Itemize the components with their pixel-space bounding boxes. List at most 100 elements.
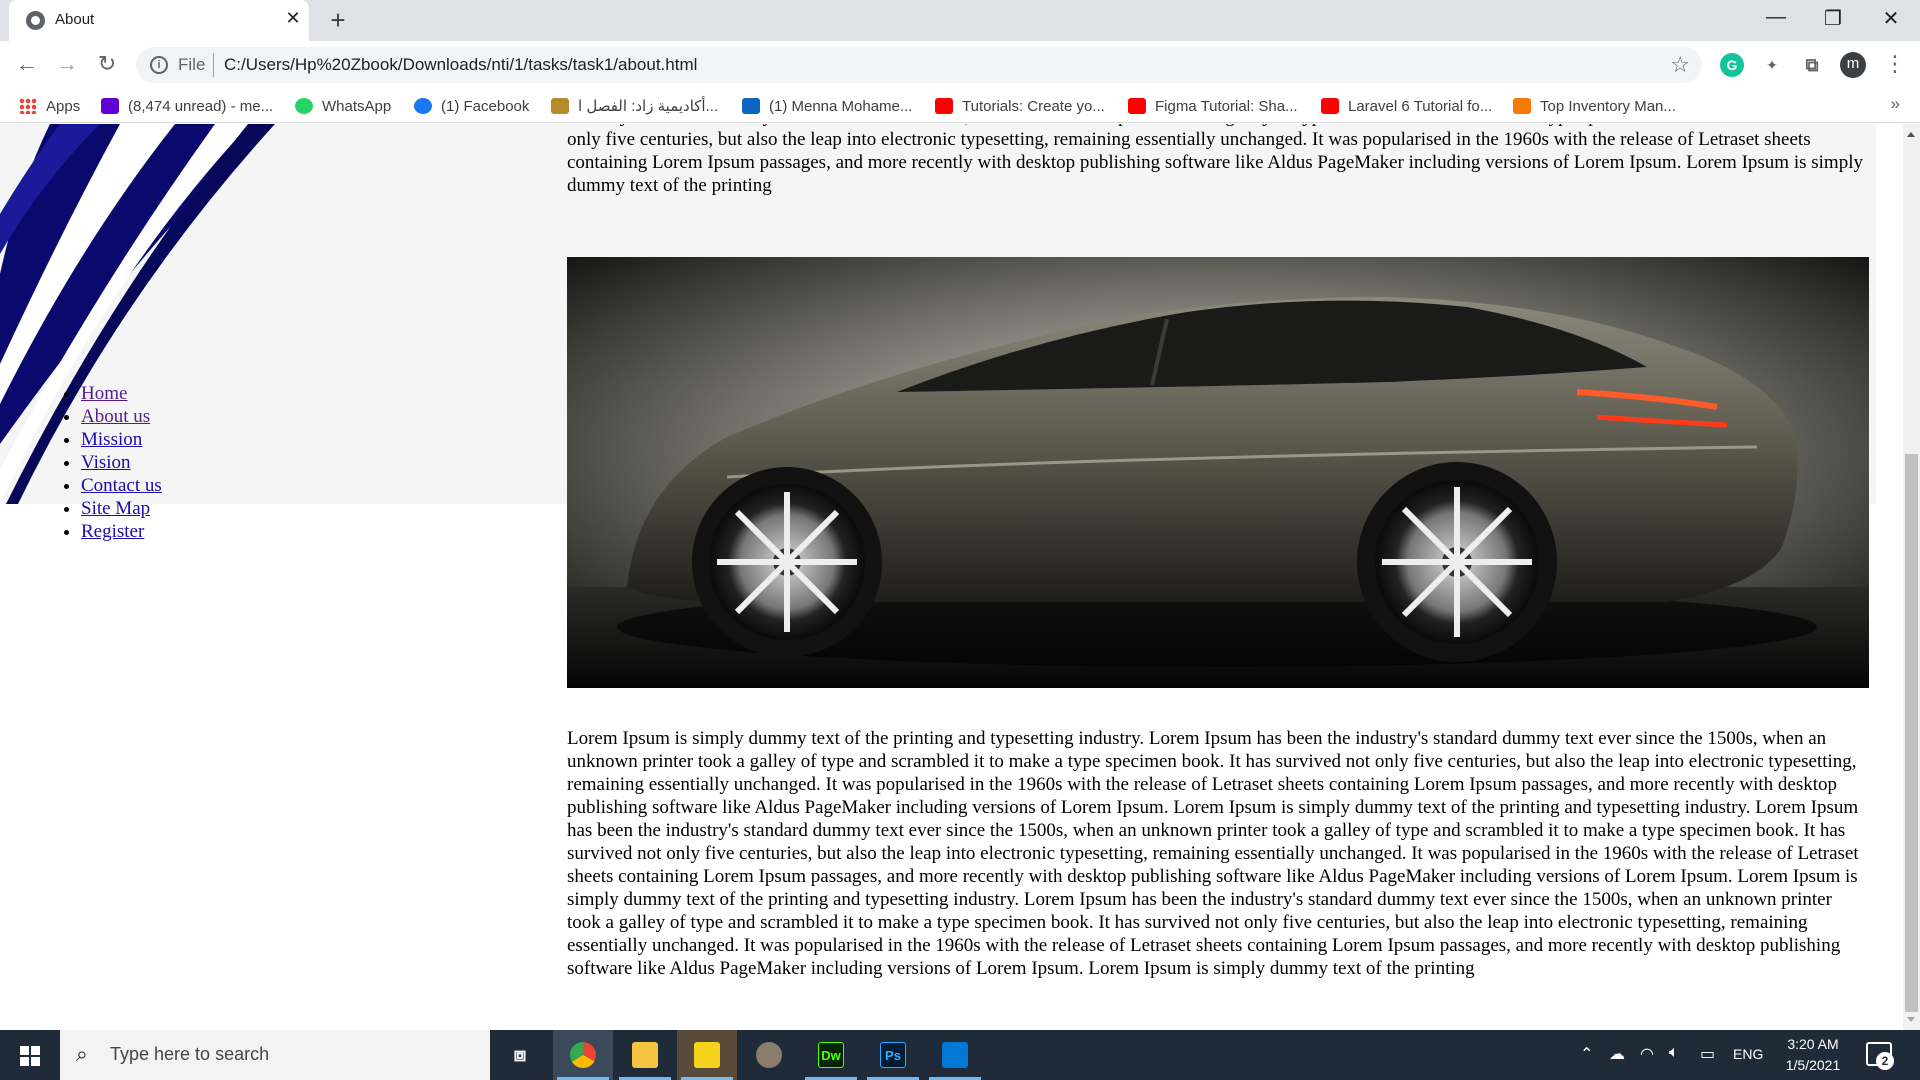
taskbar-app-sticky-notes[interactable] <box>677 1030 737 1080</box>
extensions-puzzle-icon[interactable]: ⧉ <box>1800 53 1824 77</box>
onedrive-cloud-icon[interactable]: ☁ <box>1609 1044 1625 1064</box>
bookmark-label: Figma Tutorial: Sha... <box>1155 97 1298 115</box>
bookmark-facebook[interactable]: (1) Facebook <box>414 95 529 117</box>
browser-toolbar: ← → ↻ i File C:/Users/Hp%20Zbook/Downloa… <box>0 41 1920 88</box>
bookmark-label: (1) Menna Mohame... <box>769 97 913 115</box>
start-button[interactable] <box>0 1030 60 1080</box>
minimize-button[interactable]: — <box>1753 6 1799 29</box>
nav-link-register[interactable]: Register <box>81 521 144 542</box>
windows-taskbar: ⌕ Type here to search ⧈ Dw Ps ⌃ ☁ ◠ 🔈︎ ▭… <box>0 1030 1920 1080</box>
youtube-icon <box>1321 98 1339 114</box>
extension-spark-icon[interactable]: ✦ <box>1760 53 1784 77</box>
bookmark-apps[interactable]: Apps <box>19 95 80 117</box>
notification-count-badge: 2 <box>1876 1052 1894 1070</box>
chevron-up-icon[interactable]: ⌃ <box>1580 1044 1593 1064</box>
address-bar[interactable]: i File C:/Users/Hp%20Zbook/Downloads/nti… <box>136 47 1702 83</box>
apps-grid-icon <box>19 98 37 114</box>
clock-time: 3:20 AM <box>1787 1036 1839 1052</box>
bookmark-youtube-3[interactable]: Laravel 6 Tutorial fo... <box>1321 95 1492 117</box>
bookmark-youtube-2[interactable]: Figma Tutorial: Sha... <box>1128 95 1298 117</box>
profile-avatar[interactable]: m <box>1840 52 1866 78</box>
car-image <box>567 257 1869 688</box>
intro-paragraph: industry's standard dummy text ever sinc… <box>567 124 1863 196</box>
nav-link-sitemap[interactable]: Site Map <box>81 498 150 519</box>
language-indicator[interactable]: ENG <box>1733 1046 1763 1062</box>
bookmark-inventory[interactable]: Top Inventory Man... <box>1513 95 1676 117</box>
photos-icon <box>942 1042 968 1068</box>
tab-strip: About ✕ + — ❐ ✕ <box>0 0 1920 41</box>
bookmark-label: Laravel 6 Tutorial fo... <box>1348 97 1493 115</box>
grammarly-icon[interactable]: G <box>1720 53 1744 77</box>
bookmark-whatsapp[interactable]: WhatsApp <box>295 95 391 117</box>
bookmark-label: أكاديمية زاد: الفصل ا... <box>578 98 719 115</box>
info-icon[interactable]: i <box>150 56 168 74</box>
taskbar-app-photos[interactable] <box>925 1030 985 1080</box>
dreamweaver-icon: Dw <box>818 1042 844 1068</box>
new-tab-button[interactable]: + <box>324 5 352 36</box>
back-arrow-icon[interactable]: ← <box>12 49 42 79</box>
facebook-icon <box>414 98 432 114</box>
bookmarks-bar: Apps (8,474 unread) - me... WhatsApp (1)… <box>0 88 1920 123</box>
search-placeholder: Type here to search <box>110 1044 270 1064</box>
url-text[interactable]: C:/Users/Hp%20Zbook/Downloads/nti/1/task… <box>224 55 697 75</box>
gimp-icon <box>756 1042 782 1068</box>
scrollbar-thumb[interactable] <box>1905 454 1918 1012</box>
address-divider <box>213 53 214 77</box>
scroll-up-arrow-icon[interactable] <box>1907 132 1915 137</box>
youtube-icon <box>1128 98 1146 114</box>
more-menu-icon[interactable]: ⋮ <box>1884 51 1906 77</box>
chrome-icon <box>570 1042 596 1068</box>
forward-arrow-icon[interactable]: → <box>52 49 82 79</box>
nav-link-contact[interactable]: Contact us <box>81 475 162 496</box>
volume-icon[interactable]: 🔈︎ <box>1669 1044 1679 1062</box>
globe-icon <box>26 11 45 30</box>
clock-date: 1/5/2021 <box>1785 1057 1841 1073</box>
photoshop-icon: Ps <box>880 1042 906 1068</box>
close-window-button[interactable]: ✕ <box>1868 6 1914 31</box>
system-clock[interactable]: 3:20 AM 1/5/2021 <box>1778 1034 1848 1076</box>
taskbar-app-explorer[interactable] <box>615 1030 675 1080</box>
car-illustration <box>567 257 1869 688</box>
bookmark-label: (1) Facebook <box>441 97 530 115</box>
bookmarks-overflow-icon[interactable]: » <box>1891 94 1900 114</box>
bookmark-star-icon[interactable]: ☆ <box>1670 52 1690 78</box>
nav-link-mission[interactable]: Mission <box>81 429 142 450</box>
mail-icon <box>101 98 119 114</box>
bookmark-mail[interactable]: (8,474 unread) - me... <box>101 95 273 117</box>
folder-icon <box>632 1042 658 1068</box>
page-viewport: Home About us Mission Vision Contact us … <box>0 124 1903 1030</box>
restore-button[interactable]: ❐ <box>1810 6 1856 31</box>
tab-about[interactable]: About ✕ <box>9 0 309 41</box>
bookmark-label: (8,474 unread) - me... <box>128 97 274 115</box>
battery-icon[interactable]: ▭ <box>1700 1044 1715 1064</box>
bookmark-label: Apps <box>46 97 81 115</box>
page-scrollbar[interactable] <box>1903 124 1920 1030</box>
sticky-notes-icon <box>694 1042 720 1068</box>
close-tab-icon[interactable]: ✕ <box>281 8 305 29</box>
reload-icon[interactable]: ↻ <box>92 49 122 79</box>
nav-link-vision[interactable]: Vision <box>81 452 131 473</box>
chat-bubble-icon <box>1513 98 1531 114</box>
task-view-button[interactable]: ⧈ <box>490 1030 550 1080</box>
tab-title: About <box>55 11 95 28</box>
youtube-icon <box>935 98 953 114</box>
taskbar-app-gimp[interactable] <box>739 1030 799 1080</box>
body-paragraph: Lorem Ipsum is simply dummy text of the … <box>567 728 1859 979</box>
bookmark-youtube-1[interactable]: Tutorials: Create yo... <box>935 95 1105 117</box>
bookmark-label: WhatsApp <box>322 97 392 115</box>
task-view-icon: ⧈ <box>513 1044 527 1066</box>
bookmark-linkedin[interactable]: (1) Menna Mohame... <box>742 95 912 117</box>
site-nav: Home About us Mission Vision Contact us … <box>60 382 162 543</box>
taskbar-app-dreamweaver[interactable]: Dw <box>801 1030 861 1080</box>
nav-link-about[interactable]: About us <box>81 406 150 427</box>
bookmark-label: Tutorials: Create yo... <box>962 97 1105 115</box>
scroll-down-arrow-icon[interactable] <box>1907 1017 1915 1022</box>
taskbar-app-chrome[interactable] <box>553 1030 613 1080</box>
nav-link-home[interactable]: Home <box>81 383 127 404</box>
taskbar-app-photoshop[interactable]: Ps <box>863 1030 923 1080</box>
linkedin-icon <box>742 98 760 114</box>
windows-logo-icon <box>20 1046 40 1066</box>
taskbar-search[interactable]: ⌕ Type here to search <box>60 1030 490 1080</box>
wifi-icon[interactable]: ◠ <box>1640 1044 1654 1064</box>
bookmark-zad[interactable]: أكاديمية زاد: الفصل ا... <box>551 95 718 117</box>
